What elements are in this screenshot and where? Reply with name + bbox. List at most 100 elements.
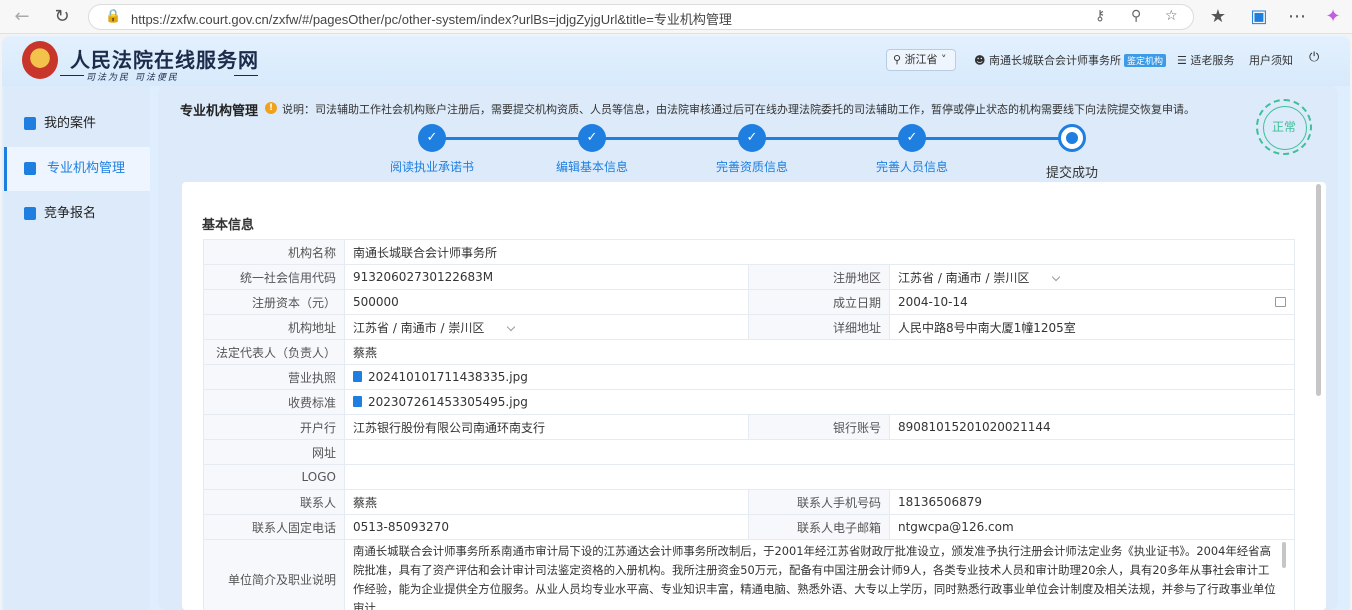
reg-area-value: 江苏省 / 南通市 / 崇川区 <box>898 270 1030 285</box>
contact-value: 蔡燕 <box>344 489 749 515</box>
table-row: 网址 <box>203 439 1295 465</box>
copilot-icon[interactable]: ✦ <box>1321 5 1345 29</box>
step-4-check-icon: ✓ <box>898 124 926 152</box>
phone-value: 0513-85093270 <box>344 514 749 540</box>
fee-file-link[interactable]: 202307261453305495.jpg <box>344 389 1295 415</box>
info-card: 基本信息 机构名称 南通长城联合会计师事务所 统一社会信用代码 91320602… <box>182 182 1326 610</box>
slogan-line-right <box>234 75 258 76</box>
page-title: 专业机构管理 <box>180 104 259 119</box>
chevron-down-icon <box>1052 272 1061 281</box>
field-label: 开户行 <box>203 414 345 440</box>
table-row: 联系人 蔡燕 联系人手机号码 18136506879 <box>203 489 1295 515</box>
field-label: LOGO <box>203 464 345 490</box>
reg-area-select[interactable]: 江苏省 / 南通市 / 崇川区 <box>889 264 1295 290</box>
bank-value: 江苏银行股份有限公司南通环南支行 <box>344 414 749 440</box>
field-label: 网址 <box>203 439 345 465</box>
website-value <box>344 439 1295 465</box>
user-type-badge: 鉴定机构 <box>1123 54 1166 67</box>
field-label: 注册资本（元） <box>203 289 345 315</box>
table-row: 营业执照 202410101711438335.jpg <box>203 364 1295 390</box>
step-1-label: 阅读执业承诺书 <box>389 160 474 174</box>
sidebar-item-org-management[interactable]: 专业机构管理 <box>4 147 150 191</box>
found-date-value: 2004-10-14 <box>898 295 968 309</box>
key-icon[interactable]: ⚷ <box>1095 8 1105 24</box>
reload-icon[interactable]: ↻ <box>50 5 74 29</box>
address-value: 江苏省 / 南通市 / 崇川区 <box>353 320 485 335</box>
field-label: 联系人电子邮箱 <box>748 514 890 540</box>
field-label: 机构名称 <box>203 239 345 265</box>
back-icon[interactable]: ← <box>10 5 34 29</box>
address-select[interactable]: 江苏省 / 南通市 / 崇川区 <box>344 314 749 340</box>
field-label: 单位简介及职业说明 <box>203 539 345 610</box>
table-row: 单位简介及职业说明 南通长城联合会计师事务所系南通市审计局下设的江苏通达会计师事… <box>203 539 1295 610</box>
step-2-label: 编辑基本信息 <box>555 160 628 174</box>
user-notice-link[interactable]: 用户须知 <box>1249 52 1293 68</box>
basic-info-table: 机构名称 南通长城联合会计师事务所 统一社会信用代码 9132060273012… <box>203 239 1295 610</box>
step-3-check-icon: ✓ <box>738 124 766 152</box>
table-row: 收费标准 202307261453305495.jpg <box>203 389 1295 415</box>
intro-text: 南通长城联合会计师事务所系南通市审计局下设的江苏通达会计师事务所改制后，于200… <box>353 544 1276 610</box>
field-label: 统一社会信用代码 <box>203 264 345 290</box>
sidebar: 我的案件 专业机构管理 竞争报名 <box>4 86 150 610</box>
favorites-icon[interactable]: ★ <box>1206 5 1230 29</box>
field-label: 机构地址 <box>203 314 345 340</box>
field-label: 联系人 <box>203 489 345 515</box>
table-row: LOGO <box>203 464 1295 490</box>
table-row: 机构名称 南通长城联合会计师事务所 <box>203 239 1295 265</box>
field-label: 收费标准 <box>203 389 345 415</box>
table-row: 统一社会信用代码 91320602730122683M 注册地区 江苏省 / 南… <box>203 264 1295 290</box>
app-window: 人民法院在线服务网 司法为民 司法便民 ⚲ 浙江省 ˅ ☻ 南通长城联合会计师事… <box>2 36 1350 610</box>
region-select[interactable]: ⚲ 浙江省 ˅ <box>886 49 956 71</box>
user-account[interactable]: ☻ 南通长城联合会计师事务所 鉴定机构 <box>974 52 1166 68</box>
found-date-picker[interactable]: 2004-10-14 <box>889 289 1295 315</box>
sidebar-item-bidding[interactable]: 竞争报名 <box>4 192 150 236</box>
case-icon <box>24 117 36 130</box>
image-file-icon <box>353 396 362 407</box>
favorite-icon[interactable]: ☆ <box>1165 8 1178 24</box>
image-file-icon <box>353 371 362 382</box>
intro-textarea[interactable]: 南通长城联合会计师事务所系南通市审计局下设的江苏通达会计师事务所改制后，于200… <box>344 539 1295 610</box>
credit-code-value: 91320602730122683M <box>344 264 749 290</box>
chevron-down-icon <box>507 322 516 331</box>
slogan-line-left <box>60 75 84 76</box>
elder-icon: ☰ <box>1177 54 1187 67</box>
field-label: 银行账号 <box>748 414 890 440</box>
info-icon: ! <box>265 102 277 114</box>
detail-address-value: 人民中路8号中南大厦1幢1205室 <box>889 314 1295 340</box>
table-row: 联系人固定电话 0513-85093270 联系人电子邮箱 ntgwcpa@12… <box>203 514 1295 540</box>
more-icon[interactable]: ⋯ <box>1285 5 1309 29</box>
step-4-label: 完善人员信息 <box>875 160 948 174</box>
elder-service-link[interactable]: ☰ 适老服务 <box>1177 52 1234 68</box>
mobile-value: 18136506879 <box>889 489 1295 515</box>
power-icon[interactable]: ⏻ <box>1309 50 1319 65</box>
table-row: 开户行 江苏银行股份有限公司南通环南支行 银行账号 89081015201020… <box>203 414 1295 440</box>
sidebar-item-my-cases[interactable]: 我的案件 <box>4 102 150 146</box>
org-name-value: 南通长城联合会计师事务所 <box>344 239 1295 265</box>
field-label: 联系人固定电话 <box>203 514 345 540</box>
email-value: ntgwcpa@126.com <box>889 514 1295 540</box>
textarea-scrollbar[interactable] <box>1282 542 1286 568</box>
sidebar-item-label: 我的案件 <box>44 116 97 131</box>
license-file-link[interactable]: 202410101711438335.jpg <box>344 364 1295 390</box>
field-label: 联系人手机号码 <box>748 489 890 515</box>
sidebar-item-label: 竞争报名 <box>44 206 97 221</box>
slogan: 司法为民 司法便民 <box>86 73 179 83</box>
fee-file-name: 202307261453305495.jpg <box>368 395 528 409</box>
calendar-icon <box>1275 297 1286 307</box>
main-panel: 专业机构管理 ! 说明：司法辅助工作社会机构账户注册后，需要提交机构资质、人员等… <box>158 86 1338 610</box>
license-file-name: 202410101711438335.jpg <box>368 370 528 384</box>
field-label: 法定代表人（负责人） <box>203 339 345 365</box>
scrollbar[interactable] <box>1316 184 1321 396</box>
zoom-icon[interactable]: ⚲ <box>1131 8 1141 24</box>
field-label: 注册地区 <box>748 264 890 290</box>
field-label: 营业执照 <box>203 364 345 390</box>
address-bar[interactable]: 🔒 https://zxfw.court.gov.cn/zxfw/#/pages… <box>88 4 1194 30</box>
logo-value <box>344 464 1295 490</box>
capital-value: 500000 <box>344 289 749 315</box>
table-row: 注册资本（元） 500000 成立日期 2004-10-14 <box>203 289 1295 315</box>
lock-icon: 🔒 <box>105 9 122 24</box>
clipboard-icon <box>24 207 36 220</box>
collections-icon[interactable]: ▣ <box>1247 5 1271 29</box>
step-5-current-icon <box>1058 124 1086 152</box>
site-name: 人民法院在线服务网 <box>70 48 259 72</box>
